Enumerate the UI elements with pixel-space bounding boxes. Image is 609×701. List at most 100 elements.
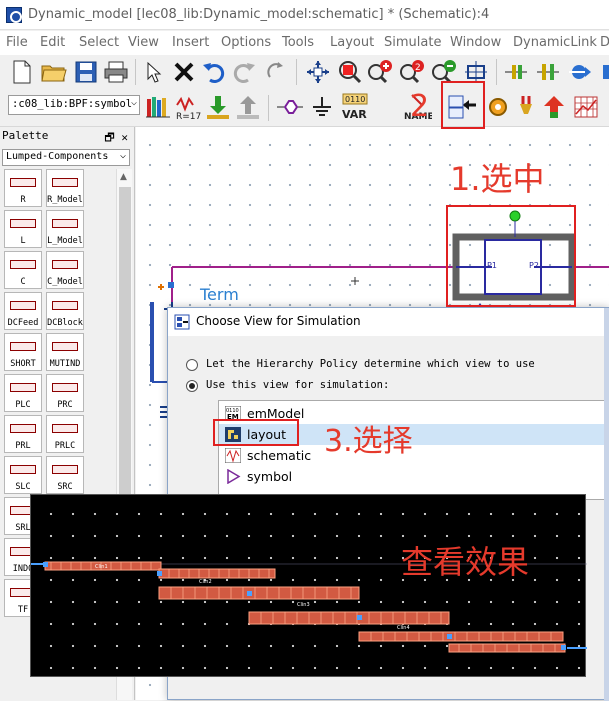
main-toolbar: 2 [0, 55, 609, 89]
port-icon[interactable] [502, 58, 530, 86]
palette-item-label: SHORT [10, 359, 36, 369]
symbol-view-icon [227, 469, 241, 484]
menu-edit[interactable]: Edit [40, 35, 65, 50]
var-equation-icon[interactable]: 0110 VAR [340, 93, 368, 121]
palette-item[interactable]: R [4, 169, 42, 207]
annotation-step1: 1.选中 [450, 160, 545, 198]
palette-item[interactable]: MUTIND [46, 333, 84, 371]
zoom-in-2x-icon[interactable]: 2 [398, 58, 426, 86]
palette-category-select[interactable]: Lumped-Components ⌵ [2, 149, 130, 166]
annotation-box-layout-item [213, 419, 299, 446]
palette-item[interactable]: SRC [46, 456, 84, 494]
palette-item[interactable]: DCFeed [4, 292, 42, 330]
palette-category-value: Lumped-Components [6, 151, 109, 162]
view-list[interactable]: 0110 EM emModel layout schematic symbol [218, 400, 609, 500]
palette-item[interactable]: L_Model [46, 210, 84, 248]
upload-icon[interactable] [234, 93, 262, 121]
library-view-combo[interactable]: :c08_lib:BPF:symbol ⌵ [8, 95, 140, 115]
menu-simulate[interactable]: Simulate [384, 35, 441, 50]
pin-icon[interactable] [276, 93, 304, 121]
component-symbol-icon [10, 178, 36, 187]
more-tools-icon[interactable] [594, 58, 609, 86]
var-label: VAR [342, 108, 367, 121]
redo-icon[interactable] [230, 58, 258, 86]
menu-tools[interactable]: Tools [282, 35, 314, 50]
dock-close-icon[interactable]: 🗗 ✕ [104, 129, 128, 148]
menu-options[interactable]: Options [221, 35, 271, 50]
view-item-schematic[interactable]: schematic [219, 445, 609, 466]
palette-item-label: SLC [15, 482, 31, 492]
menu-view[interactable]: View [128, 35, 159, 50]
palette-item[interactable]: PRC [46, 374, 84, 412]
cell-label-3: Clin3 [297, 602, 310, 608]
palette-item-label: L_Model [47, 236, 83, 246]
menu-dynamiclink[interactable]: DynamicLink [513, 35, 597, 50]
library-view-value: :c08_lib:BPF:symbol [12, 98, 133, 110]
palette-item[interactable]: R_Model [46, 169, 84, 207]
move-icon[interactable] [304, 58, 332, 86]
separator [496, 59, 497, 85]
palette-item[interactable]: PRL [4, 415, 42, 453]
separator [268, 95, 269, 121]
annotation-box-component [446, 205, 576, 307]
palette-item[interactable]: C [4, 251, 42, 289]
zoom-area-icon[interactable] [336, 58, 364, 86]
palette-item[interactable]: PRLC [46, 415, 84, 453]
separator [135, 59, 136, 85]
delete-icon[interactable] [170, 58, 198, 86]
ground-icon[interactable] [308, 93, 336, 121]
download-icon[interactable] [204, 93, 232, 121]
component-symbol-icon [52, 465, 78, 474]
menu-window[interactable]: Window [450, 35, 501, 50]
menu-more[interactable]: D [600, 35, 609, 50]
component-symbol-icon [10, 424, 36, 433]
palette-item[interactable]: SHORT [4, 333, 42, 371]
palette-item-label: DCFeed [7, 318, 39, 328]
hierarchy-policy-radio[interactable] [186, 359, 198, 371]
scroll-up-icon[interactable]: ▲ [120, 172, 127, 182]
probe-icon[interactable] [512, 93, 540, 121]
zoom-in-icon[interactable] [366, 58, 394, 86]
menu-file[interactable]: File [6, 35, 28, 50]
push-up-icon[interactable] [540, 93, 568, 121]
select-pointer-icon[interactable] [140, 58, 168, 86]
new-file-icon[interactable] [8, 58, 36, 86]
palette-item-label: SRC [57, 482, 73, 492]
rotate-icon[interactable] [262, 58, 290, 86]
wire-icon[interactable] [566, 58, 594, 86]
component-symbol-icon [52, 219, 78, 228]
schematic-view-icon [225, 448, 241, 463]
save-icon[interactable] [72, 58, 100, 86]
palette-item[interactable]: DCBlock [46, 292, 84, 330]
menu-insert[interactable]: Insert [172, 35, 209, 50]
scrollbar-thumb[interactable] [119, 187, 131, 547]
component-symbol-icon [52, 383, 78, 392]
undo-icon[interactable] [200, 58, 228, 86]
palette-item[interactable]: L [4, 210, 42, 248]
annotation-step2: 2 [410, 89, 430, 124]
print-icon[interactable] [102, 58, 130, 86]
menu-layout[interactable]: Layout [330, 35, 374, 50]
component-symbol-icon [52, 260, 78, 269]
dialog-title-bar: Choose View for Simulation [168, 308, 609, 336]
library-books-icon[interactable] [144, 93, 172, 121]
title-bar: Dynamic_model [lec08_lib:Dynamic_model:s… [0, 0, 609, 30]
palette-item[interactable]: PLC [4, 374, 42, 412]
palette-item[interactable]: SLC [4, 456, 42, 494]
app-icon [6, 7, 22, 23]
component-symbol-icon [10, 342, 36, 351]
gear-icon[interactable] [484, 93, 512, 121]
ground-port-icon[interactable] [534, 58, 562, 86]
menu-select[interactable]: Select [79, 35, 119, 50]
use-this-view-radio[interactable] [186, 380, 198, 392]
palette-item-label: PRL [15, 441, 31, 451]
dialog-app-icon [174, 314, 190, 330]
use-this-view-label: Use this view for simulation: [206, 379, 390, 391]
r17-icon[interactable]: R=17 [174, 93, 202, 121]
cell-label-4: Clin4 [397, 625, 410, 631]
view-item-symbol[interactable]: symbol [219, 466, 609, 487]
palette-item-label: PRLC [54, 441, 76, 451]
palette-item[interactable]: C_Model [46, 251, 84, 289]
open-folder-icon[interactable] [40, 58, 68, 86]
grid-icon[interactable] [572, 93, 600, 121]
